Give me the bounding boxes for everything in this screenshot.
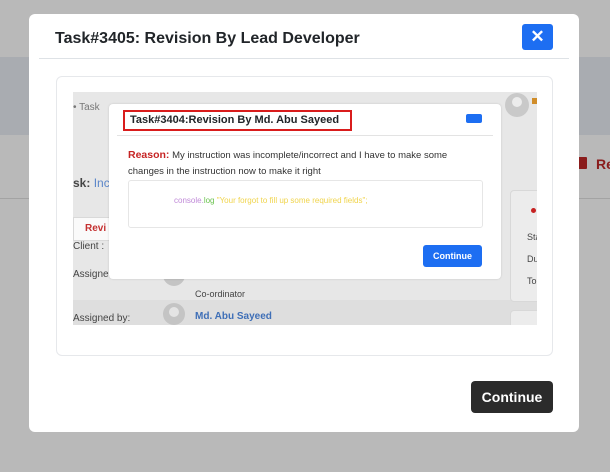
screenshot-user-avatar	[505, 93, 529, 117]
screenshot-assignee-role: Co-ordinator	[195, 289, 246, 299]
inner-title-highlight: Task#3404:Revision By Md. Abu Sayeed	[123, 110, 352, 131]
screenshot-breadcrumb: • Task	[73, 102, 100, 113]
screenshot-user-badge	[532, 98, 537, 104]
modal-title: Task#3405: Revision By Lead Developer	[55, 30, 360, 47]
close-icon: ✕	[530, 27, 545, 46]
revision-modal: Task#3405: Revision By Lead Developer ✕ …	[29, 14, 579, 432]
inner-header-divider	[117, 135, 493, 136]
screenshot-task-prefix: sk:	[73, 176, 91, 190]
screenshot-lower-card	[510, 310, 537, 325]
code-string: "Your forgot to fill up some required fi…	[216, 196, 366, 205]
screenshot-client-label: Client :	[73, 241, 105, 252]
screenshot-side-label: To	[527, 276, 537, 286]
inner-reason-text: My instruction was incomplete/incorrect …	[128, 150, 448, 177]
inner-modal-title: Task#3404:Revision By Md. Abu Sayeed	[130, 114, 340, 126]
inner-reason-label: Reason:	[128, 149, 170, 161]
code-console: console	[174, 196, 202, 205]
background-revision-label: Re	[596, 156, 610, 172]
inner-reason: Reason: My instruction was incomplete/in…	[128, 147, 478, 180]
screenshot-task-link: Inc	[93, 176, 110, 190]
revision-screenshot: • Task sk: Inc Revi Client : Assigned To…	[73, 92, 537, 325]
revision-content-card: • Task sk: Inc Revi Client : Assigned To…	[56, 76, 553, 356]
code-log: log	[203, 196, 215, 205]
inner-close-button	[466, 114, 482, 123]
modal-header-divider	[39, 58, 569, 59]
inner-code-snippet: console.log "Your forgot to fill up some…	[174, 196, 368, 205]
screenshot-revision-label: Revi	[85, 223, 107, 234]
screenshot-assigner-name: Md. Abu Sayeed	[195, 311, 272, 322]
screenshot-side-label: Du	[527, 254, 537, 264]
code-end: ;	[365, 196, 368, 205]
continue-button[interactable]: Continue	[471, 381, 553, 413]
screenshot-status-dot	[531, 208, 536, 213]
close-button[interactable]: ✕	[522, 24, 553, 50]
screenshot-side-label: Sta	[527, 232, 537, 242]
screenshot-inner-modal: Task#3404:Revision By Md. Abu Sayeed Rea…	[109, 104, 501, 279]
screenshot-assigned-by-label: Assigned by:	[73, 313, 131, 324]
screenshot-assigner-avatar	[163, 303, 185, 325]
screenshot-task-heading: sk: Inc	[73, 176, 110, 190]
inner-code-box: console.log "Your forgot to fill up some…	[128, 180, 483, 228]
inner-continue-button: Continue	[423, 245, 482, 267]
screenshot-lower-band	[73, 300, 537, 325]
